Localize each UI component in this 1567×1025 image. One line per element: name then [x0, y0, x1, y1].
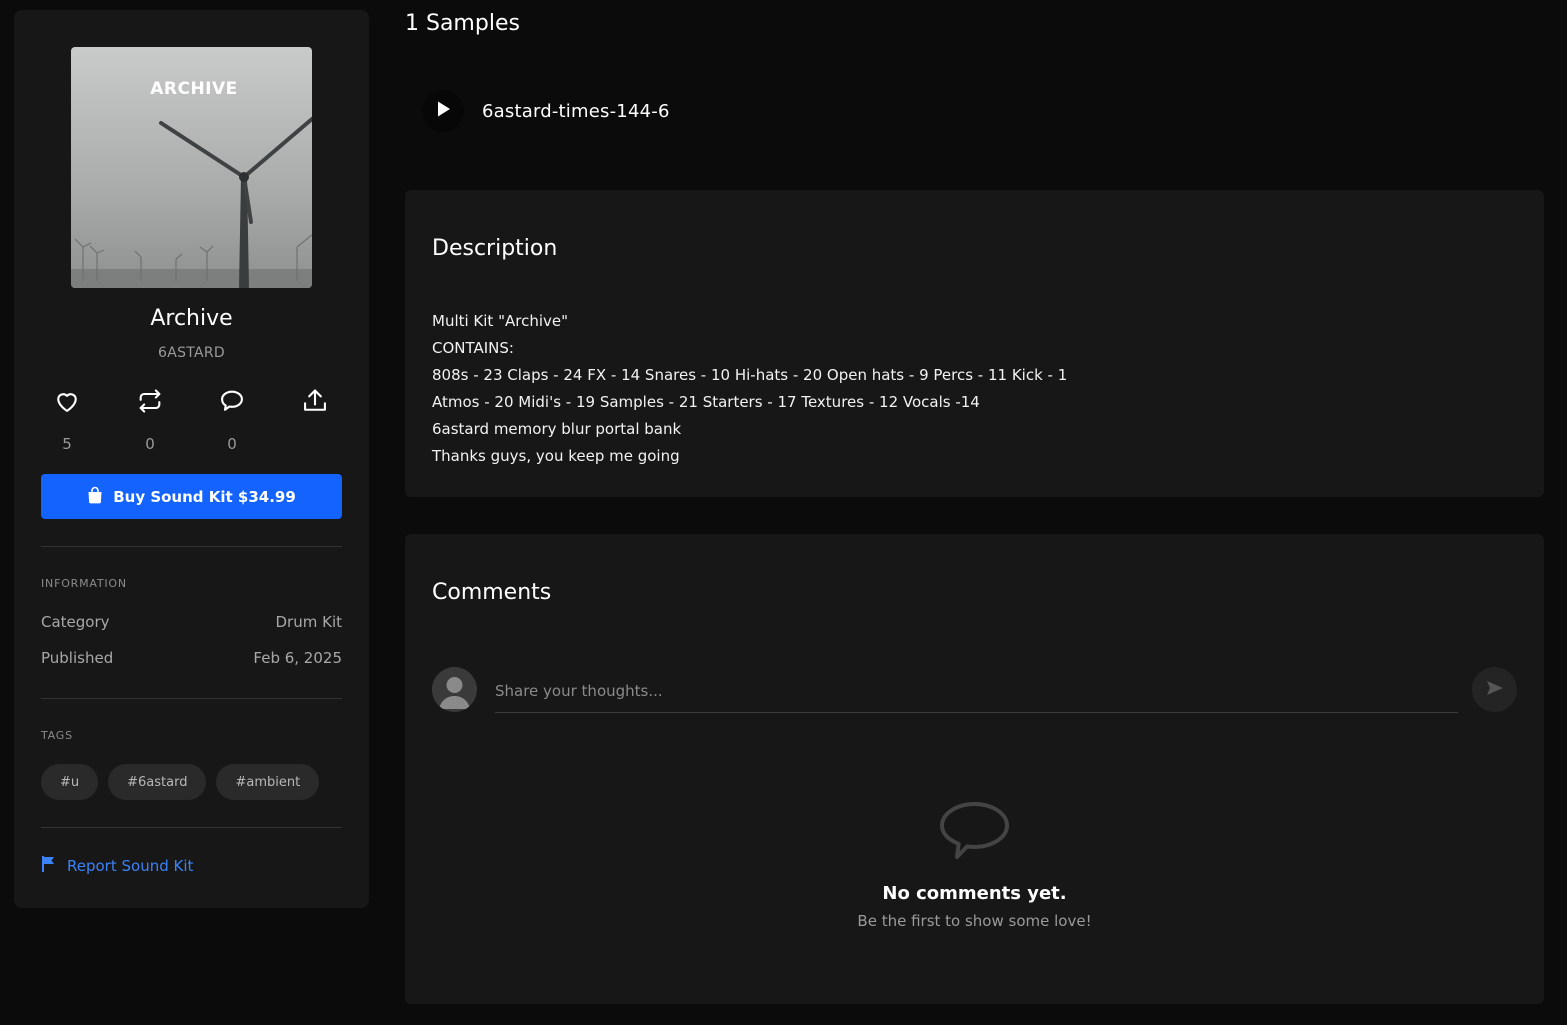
repost-button[interactable]: 0 — [120, 387, 180, 455]
tags-heading: TAGS — [41, 729, 73, 742]
kit-title: Archive — [150, 306, 233, 331]
tag-chip[interactable]: #6astard — [108, 764, 207, 800]
user-icon — [439, 677, 470, 709]
send-comment-button[interactable] — [1472, 667, 1517, 712]
info-label: Category — [41, 613, 110, 631]
play-button[interactable] — [422, 90, 464, 132]
divider — [41, 827, 342, 828]
like-count: 5 — [62, 435, 72, 453]
comment-icon — [202, 387, 262, 415]
kit-author[interactable]: 6ASTARD — [14, 345, 369, 361]
cover-art: ARCHIVE — [71, 47, 312, 288]
comment-input[interactable] — [495, 669, 1458, 713]
description-text: Multi Kit "Archive" CONTAINS: 808s - 23 … — [432, 308, 1067, 470]
description-line: Thanks guys, you keep me going — [432, 447, 680, 465]
tag-list: #u #6astard #ambient — [41, 764, 320, 800]
samples-heading: 1 Samples — [405, 11, 520, 36]
play-icon — [435, 100, 451, 122]
buy-sound-kit-button[interactable]: Buy Sound Kit $34.99 — [41, 474, 342, 519]
shopping-bag-icon — [87, 486, 103, 508]
info-row-published: Published Feb 6, 2025 — [41, 649, 342, 667]
comments-card: Comments No comments yet. Be the first t… — [405, 534, 1544, 1004]
comment-count: 0 — [227, 435, 237, 453]
chat-bubble-icon — [937, 800, 1012, 866]
tag-chip[interactable]: #ambient — [216, 764, 320, 800]
info-label: Published — [41, 649, 114, 667]
sample-row[interactable]: 6astard-times-144-6 — [422, 90, 670, 132]
buy-button-label: Buy Sound Kit $34.99 — [113, 487, 296, 506]
share-button[interactable] — [285, 387, 345, 455]
divider — [41, 698, 342, 699]
repost-count: 0 — [145, 435, 155, 453]
sample-name[interactable]: 6astard-times-144-6 — [482, 101, 670, 122]
info-value: Feb 6, 2025 — [253, 649, 342, 667]
description-heading: Description — [432, 236, 558, 261]
empty-comments-title: No comments yet. — [882, 883, 1067, 904]
comment-button[interactable]: 0 — [202, 387, 262, 455]
flag-icon — [41, 855, 57, 877]
info-row-category: Category Drum Kit — [41, 613, 342, 631]
tag-chip[interactable]: #u — [41, 764, 99, 800]
empty-comments-subtitle: Be the first to show some love! — [857, 912, 1092, 930]
description-line: 808s - 23 Claps - 24 FX - 14 Snares - 10… — [432, 366, 1068, 384]
report-sound-kit-link[interactable]: Report Sound Kit — [41, 855, 193, 877]
description-line: Multi Kit "Archive" — [432, 312, 569, 330]
like-button[interactable]: 5 — [37, 387, 97, 455]
description-line: CONTAINS: — [432, 339, 514, 357]
send-icon — [1486, 680, 1504, 700]
cover-title: ARCHIVE — [150, 79, 238, 99]
description-line: 6astard memory blur portal bank — [432, 420, 682, 438]
avatar — [432, 667, 477, 712]
description-card: Description Multi Kit "Archive" CONTAINS… — [405, 190, 1544, 497]
share-icon — [285, 387, 345, 415]
comments-heading: Comments — [432, 580, 552, 605]
heart-icon — [37, 387, 97, 415]
info-value[interactable]: Drum Kit — [276, 613, 343, 631]
kit-sidebar: ARCHIVE Archive 6ASTARD 5 0 0 Buy Sound … — [14, 10, 369, 908]
share-count — [285, 435, 345, 455]
description-line: Atmos - 20 Midi's - 19 Samples - 21 Star… — [432, 393, 980, 411]
information-heading: INFORMATION — [41, 577, 127, 590]
repost-icon — [120, 387, 180, 415]
divider — [41, 546, 342, 547]
report-label: Report Sound Kit — [67, 857, 194, 875]
